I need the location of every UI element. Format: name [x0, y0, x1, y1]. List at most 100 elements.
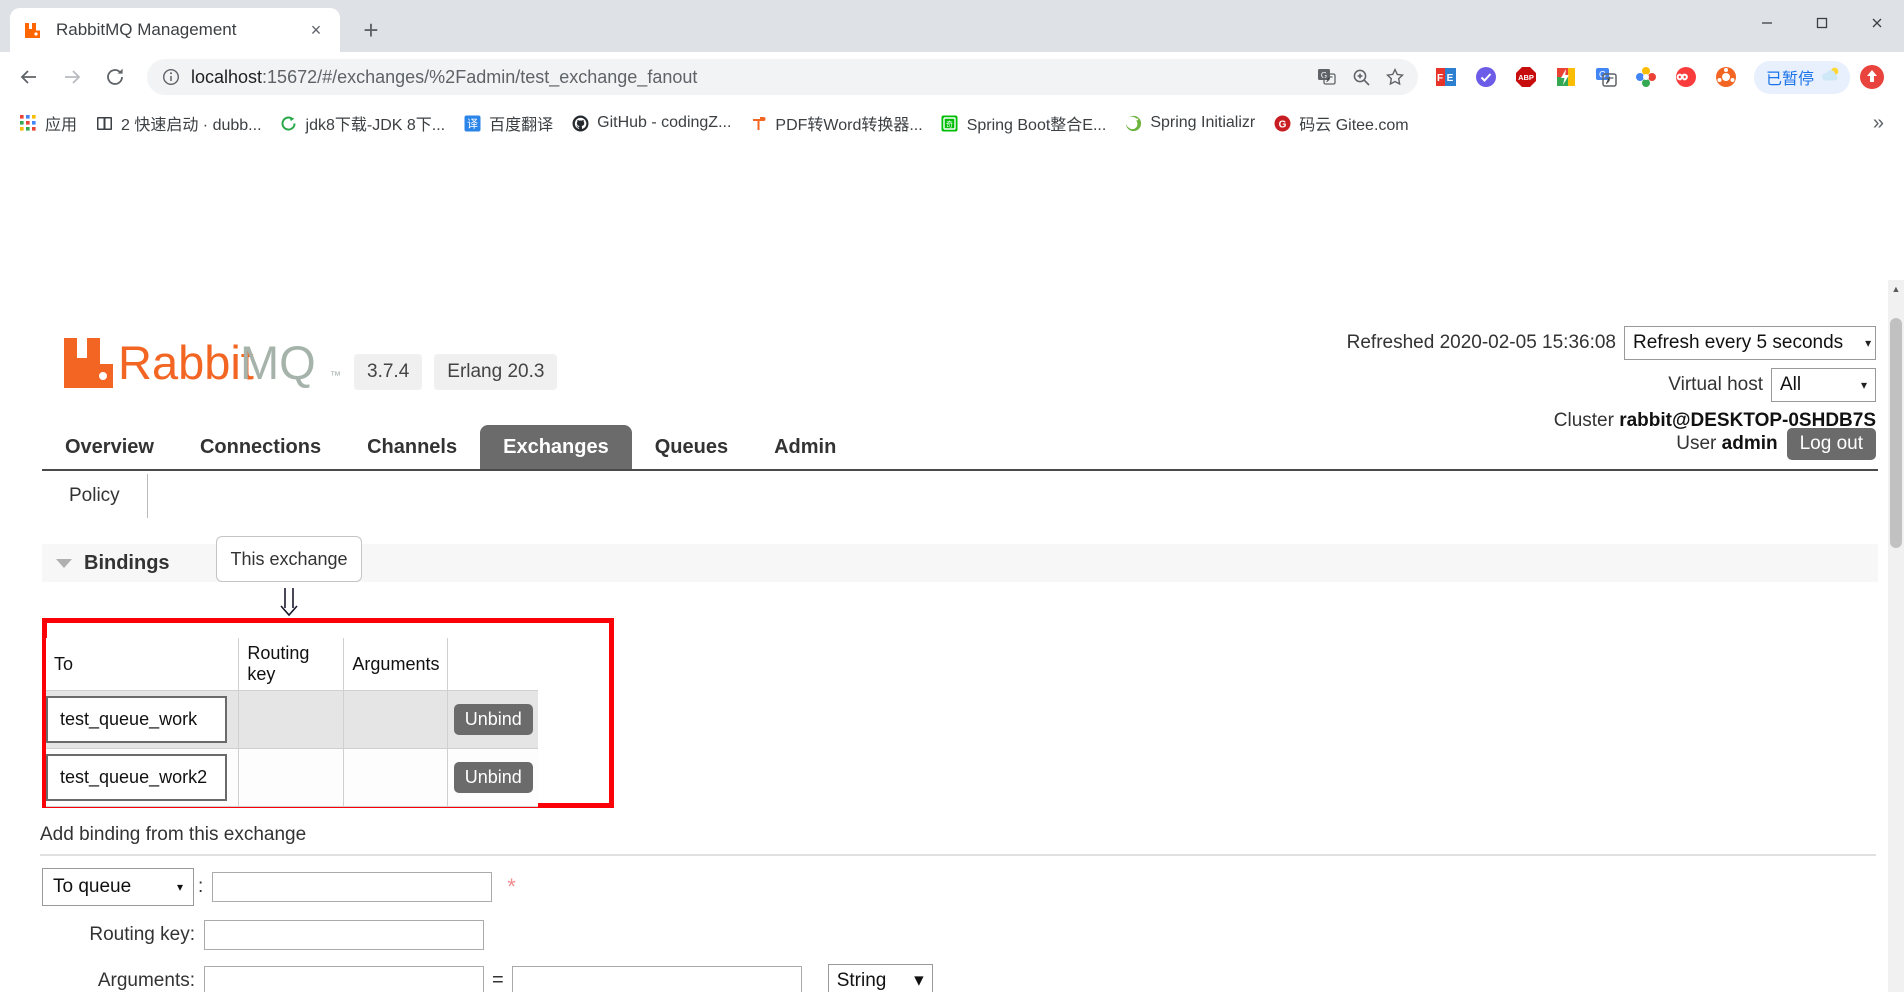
- cell-arguments: [344, 691, 448, 749]
- browser-tab[interactable]: RabbitMQ Management ×: [10, 8, 340, 52]
- bindings-section-title: Bindings: [84, 552, 170, 575]
- photos-extension-icon[interactable]: [1626, 57, 1666, 97]
- jdk-icon: [280, 114, 298, 132]
- url-path: :15672/#/exchanges/%2Fadmin/test_exchang…: [262, 67, 697, 87]
- column-arguments: Arguments: [344, 638, 448, 691]
- column-actions: [448, 638, 538, 691]
- lightning-extension-icon[interactable]: [1546, 57, 1586, 97]
- infinity-extension-icon[interactable]: [1666, 57, 1706, 97]
- gitee-icon: G: [1273, 114, 1291, 132]
- tab-connections[interactable]: Connections: [177, 425, 344, 470]
- rabbitmq-logo[interactable]: Rabbit MQ ™ 3.7.4 Erlang 20.3: [62, 332, 557, 390]
- argument-value-input[interactable]: [512, 966, 802, 992]
- adblock-plus-icon[interactable]: ABP: [1506, 57, 1546, 97]
- refresh-interval-select[interactable]: Refresh every 5 seconds ▾: [1624, 326, 1876, 360]
- unbind-button[interactable]: Unbind: [454, 762, 533, 793]
- page-scrollbar[interactable]: ▲ ▼: [1888, 280, 1904, 992]
- user-label: User: [1676, 433, 1716, 454]
- bookmark-iqiyi[interactable]: 奇 Spring Boot整合E...: [932, 108, 1116, 138]
- chevron-down-icon: ▾: [914, 969, 924, 992]
- extension-tray: FE ABP G 已暂停: [1426, 57, 1894, 97]
- svg-text:ABP: ABP: [1518, 73, 1534, 82]
- bookmark-github[interactable]: GitHub - codingZ...: [562, 108, 740, 138]
- binding-target-input[interactable]: [212, 872, 492, 902]
- minimize-icon[interactable]: [1739, 0, 1794, 46]
- zoom-in-icon[interactable]: [1346, 62, 1376, 92]
- scrollbar-thumb[interactable]: [1890, 318, 1902, 548]
- github-icon: [571, 114, 589, 132]
- tab-admin[interactable]: Admin: [751, 425, 859, 470]
- tab-queues[interactable]: Queues: [632, 425, 751, 470]
- profile-avatar[interactable]: [1850, 57, 1894, 97]
- close-window-icon[interactable]: [1849, 0, 1904, 46]
- bookmarks-overflow-icon[interactable]: »: [1863, 112, 1894, 135]
- queue-link[interactable]: test_queue_work2: [46, 754, 227, 801]
- refreshed-timestamp: Refreshed 2020-02-05 15:36:08: [1347, 332, 1616, 354]
- bookmark-gitee[interactable]: G 码云 Gitee.com: [1264, 108, 1417, 138]
- bookmark-label: Spring Boot整合E...: [967, 111, 1107, 135]
- arguments-label: Arguments:: [42, 970, 204, 992]
- tab-policy[interactable]: Policy: [42, 472, 147, 520]
- routing-key-input[interactable]: [204, 920, 484, 950]
- window-controls: [1739, 0, 1904, 46]
- vhost-select[interactable]: All ▾: [1771, 368, 1876, 402]
- new-tab-button[interactable]: +: [354, 13, 388, 47]
- scroll-up-icon[interactable]: ▲: [1888, 280, 1904, 298]
- orange-extension-icon[interactable]: [1706, 57, 1746, 97]
- google-translate-icon[interactable]: G: [1586, 57, 1626, 97]
- back-icon[interactable]: [10, 58, 48, 96]
- forward-icon[interactable]: [53, 58, 91, 96]
- unbind-button[interactable]: Unbind: [454, 704, 533, 735]
- svg-text:Rabbit: Rabbit: [118, 336, 254, 389]
- svg-text:奇: 奇: [946, 119, 953, 128]
- checkmark-extension-icon[interactable]: [1466, 57, 1506, 97]
- bookmark-dubbo[interactable]: 2 快速启动 · dubb...: [86, 108, 271, 138]
- paused-badge[interactable]: 已暂停: [1754, 61, 1850, 94]
- bookmark-label: PDF转Word转换器...: [775, 111, 922, 135]
- maximize-icon[interactable]: [1794, 0, 1849, 46]
- bookmark-label: GitHub - codingZ...: [597, 114, 731, 132]
- vhost-label: Virtual host: [1668, 374, 1763, 396]
- rabbitmq-favicon: [22, 20, 42, 40]
- chevron-down-icon[interactable]: [56, 559, 72, 568]
- url-host: localhost: [191, 67, 262, 87]
- bookmark-pdf[interactable]: PDF转Word转换器...: [740, 108, 931, 138]
- navigation-bar: localhost:15672/#/exchanges/%2Fadmin/tes…: [0, 52, 1904, 102]
- tab-title: RabbitMQ Management: [56, 20, 304, 40]
- bookmark-baidu-translate[interactable]: 译 百度翻译: [454, 108, 562, 138]
- cell-to: test_queue_work: [46, 691, 239, 749]
- table-row: test_queue_work2 Unbind: [46, 749, 538, 807]
- svg-text:G: G: [1278, 119, 1286, 130]
- chevron-down-icon: ▾: [177, 880, 183, 894]
- tab-channels[interactable]: Channels: [344, 425, 480, 470]
- source-exchange-box[interactable]: This exchange: [216, 536, 362, 582]
- info-circle-icon[interactable]: [161, 67, 181, 87]
- chevron-down-icon: ▾: [1861, 378, 1867, 392]
- reload-icon[interactable]: [96, 58, 134, 96]
- argument-type-value: String: [837, 970, 887, 992]
- rabbitmq-logo-mark: Rabbit MQ ™: [62, 332, 342, 390]
- translate-icon[interactable]: G: [1312, 62, 1342, 92]
- bookmark-apps[interactable]: 应用: [10, 108, 86, 138]
- refresh-interval-value: Refresh every 5 seconds: [1633, 332, 1843, 354]
- bookmark-spring[interactable]: Spring Initializr: [1115, 108, 1264, 138]
- fe-extension-icon[interactable]: FE: [1426, 57, 1466, 97]
- table-header-row: To Routing key Arguments: [46, 638, 538, 691]
- svg-text:MQ: MQ: [240, 336, 316, 389]
- bookmark-jdk[interactable]: jdk8下载-JDK 8下...: [271, 108, 455, 138]
- version-badge: 3.7.4: [354, 354, 422, 390]
- tab-overview[interactable]: Overview: [42, 425, 177, 470]
- address-bar[interactable]: localhost:15672/#/exchanges/%2Fadmin/tes…: [147, 59, 1418, 95]
- argument-key-input[interactable]: [204, 966, 484, 992]
- binding-target-select[interactable]: To queue ▾: [42, 868, 194, 906]
- star-icon[interactable]: [1380, 62, 1410, 92]
- tab-exchanges[interactable]: Exchanges: [480, 425, 632, 470]
- argument-type-select[interactable]: String ▾: [828, 964, 933, 992]
- close-icon[interactable]: ×: [304, 18, 328, 42]
- bookmark-label: 码云 Gitee.com: [1299, 111, 1408, 135]
- user-bar: User admin Log out: [1676, 428, 1876, 460]
- queue-link[interactable]: test_queue_work: [46, 696, 227, 743]
- logout-button[interactable]: Log out: [1787, 428, 1876, 460]
- svg-text:译: 译: [467, 117, 478, 130]
- sub-tabs: Policy: [42, 472, 148, 520]
